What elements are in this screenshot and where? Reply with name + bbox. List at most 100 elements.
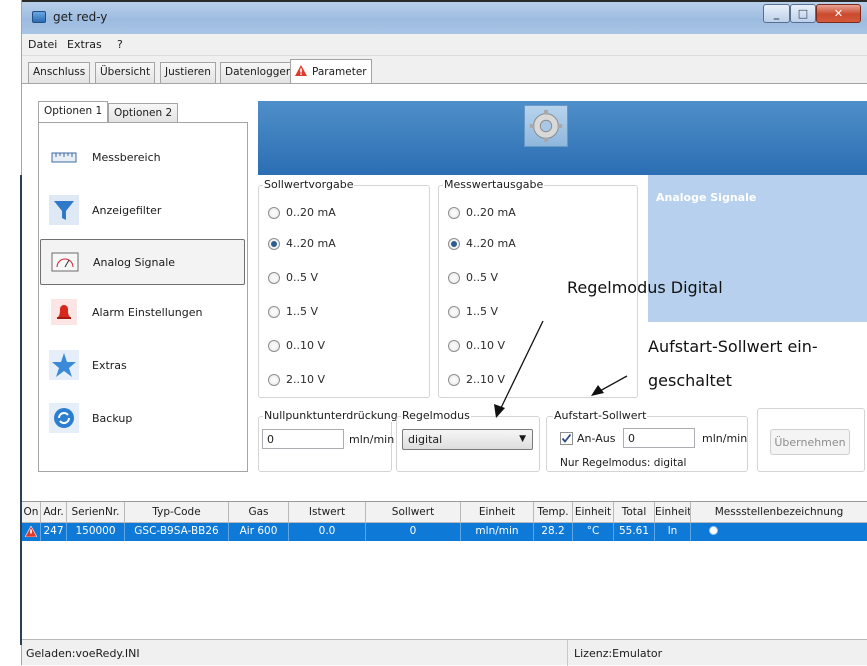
app-icon: [32, 11, 46, 23]
status-license: Lizenz:Emulator: [574, 647, 663, 660]
apply-button[interactable]: Übernehmen: [770, 429, 850, 455]
status-divider: [567, 640, 568, 666]
left-margin: [0, 0, 22, 665]
maximize-button[interactable]: □: [790, 4, 816, 23]
radio-label: 0..5 V: [286, 271, 319, 284]
radio-label: 0..10 V: [286, 339, 326, 352]
nav-analog-signale-label: Analog Signale: [93, 256, 176, 269]
th-adr[interactable]: Adr.: [41, 502, 67, 523]
td-gas: Air 600: [229, 523, 289, 541]
td-temp-einheit: °C: [573, 523, 614, 541]
apply-group: Übernehmen: [757, 408, 865, 472]
th-gas[interactable]: Gas: [229, 502, 289, 523]
table-header: On Adr. SerienNr. Typ-Code Gas Istwert S…: [22, 502, 867, 523]
th-istwert[interactable]: Istwert: [289, 502, 366, 523]
td-total: 55.61: [614, 523, 655, 541]
aufstart-checkbox-label: An-Aus: [577, 432, 616, 445]
aufstart-value-input[interactable]: 0: [623, 428, 695, 448]
messwertausgabe-title: Messwertausgabe: [443, 178, 545, 191]
regelmodus-value: digital: [408, 433, 443, 446]
edit-pin-icon[interactable]: [709, 526, 718, 535]
nav-extras-label: Extras: [92, 359, 127, 372]
radio-label: 0..20 mA: [286, 206, 336, 219]
radio-label: 4..20 mA: [286, 237, 336, 250]
nullpunkt-group: Nullpunktunterdrückung 0 mln/min: [258, 409, 399, 472]
th-on[interactable]: On: [22, 502, 41, 523]
th-temp-einheit[interactable]: Einheit: [573, 502, 614, 523]
radio-label: 2..10 V: [286, 373, 326, 386]
nav-extras[interactable]: Extras: [49, 345, 244, 387]
radio-label: 0..20 mA: [466, 206, 516, 219]
th-sollwert[interactable]: Sollwert: [366, 502, 461, 523]
sollwertvorgabe-group: Sollwertvorgabe 0..20 mA 4..20 mA 0..5 V…: [258, 178, 430, 398]
nav-anzeigefilter[interactable]: Anzeigefilter: [49, 190, 244, 232]
th-messstellenbezeichnung[interactable]: Messstellenbezeichnung: [691, 502, 867, 523]
minimize-icon: _: [773, 7, 780, 20]
th-total[interactable]: Total: [614, 502, 655, 523]
nav-backup[interactable]: Backup: [49, 398, 244, 440]
menu-extras[interactable]: Extras: [67, 38, 102, 51]
close-button[interactable]: ✕: [816, 4, 861, 23]
warning-icon: [24, 525, 38, 538]
window-title: get red-y: [53, 10, 108, 24]
annotation-regelmodus: Regelmodus Digital: [567, 278, 723, 297]
nav-analog-signale[interactable]: Analog Signale: [40, 239, 245, 285]
nav-anzeigefilter-label: Anzeigefilter: [92, 204, 162, 217]
td-seriennr: 150000: [67, 523, 125, 541]
tab-datenlogger[interactable]: Datenlogger: [220, 62, 296, 83]
menu-help[interactable]: ?: [117, 38, 123, 51]
radio-label: 1..5 V: [286, 305, 319, 318]
radio-dot: [448, 306, 460, 318]
header-banner: [258, 101, 867, 175]
warning-icon: [295, 65, 307, 76]
backup-sync-icon: [49, 403, 79, 433]
td-on[interactable]: [22, 523, 41, 541]
nullpunkt-title: Nullpunktunterdrückung: [263, 409, 399, 422]
tab-parameter[interactable]: Parameter: [290, 59, 372, 83]
sollwertvorgabe-title: Sollwertvorgabe: [263, 178, 355, 191]
ruler-icon: [51, 152, 77, 163]
nav-alarm-einstellungen[interactable]: Alarm Einstellungen: [49, 292, 244, 334]
radio-dot: [268, 272, 280, 284]
minimize-button[interactable]: _: [763, 4, 790, 23]
gear-icon: [524, 105, 568, 147]
gauge-icon: [51, 252, 79, 272]
radio-dot: [268, 207, 280, 219]
radio-label: 0..5 V: [466, 271, 499, 284]
th-einheit[interactable]: Einheit: [461, 502, 534, 523]
radio-dot-selected: [268, 238, 280, 250]
options-nav-panel: Messbereich Anzeigefilter Analog Signale…: [38, 122, 248, 472]
title-bar: get red-y _ □ ✕: [22, 2, 867, 34]
radio-dot: [268, 340, 280, 352]
tab-uebersicht[interactable]: Übersicht: [95, 62, 156, 83]
options-tab-strip: Optionen 1 Optionen 2: [38, 101, 253, 123]
star-icon: [49, 350, 79, 380]
th-typ-code[interactable]: Typ-Code: [125, 502, 229, 523]
menu-datei[interactable]: Datei: [28, 38, 57, 51]
radio-dot: [448, 207, 460, 219]
nav-messbereich[interactable]: Messbereich: [49, 137, 244, 179]
tab-justieren[interactable]: Justieren: [160, 62, 216, 83]
aufstart-checkbox[interactable]: [560, 432, 573, 445]
table-row[interactable]: 247 150000 GSC-B9SA-BB26 Air 600 0.0 0 m…: [22, 523, 867, 541]
th-seriennr[interactable]: SerienNr.: [67, 502, 125, 523]
radio-dot: [448, 340, 460, 352]
tab-optionen-2[interactable]: Optionen 2: [108, 103, 179, 122]
tab-optionen-1[interactable]: Optionen 1: [38, 101, 109, 123]
td-messstellenbezeichnung[interactable]: [691, 523, 867, 541]
td-sollwert: 0: [366, 523, 461, 541]
th-temp[interactable]: Temp.: [534, 502, 573, 523]
regelmodus-select[interactable]: digital ▼: [402, 429, 533, 450]
tab-anschluss[interactable]: Anschluss: [28, 62, 91, 83]
menu-bar: Datei Extras ?: [22, 34, 867, 56]
aufstart-note: Nur Regelmodus: digital: [560, 457, 687, 469]
td-total-einheit: ln: [655, 523, 691, 541]
th-total-einheit[interactable]: Einheit: [655, 502, 691, 523]
nullpunkt-input[interactable]: 0: [262, 429, 344, 449]
td-adr: 247: [41, 523, 67, 541]
regelmodus-title: Regelmodus: [401, 409, 471, 422]
nav-alarm-label: Alarm Einstellungen: [92, 306, 203, 319]
annotation-arrows: [494, 320, 628, 418]
status-loaded-file: Geladen:voeRedy.INI: [26, 647, 140, 660]
annotation-aufstart-line1: Aufstart-Sollwert ein-: [648, 337, 818, 356]
